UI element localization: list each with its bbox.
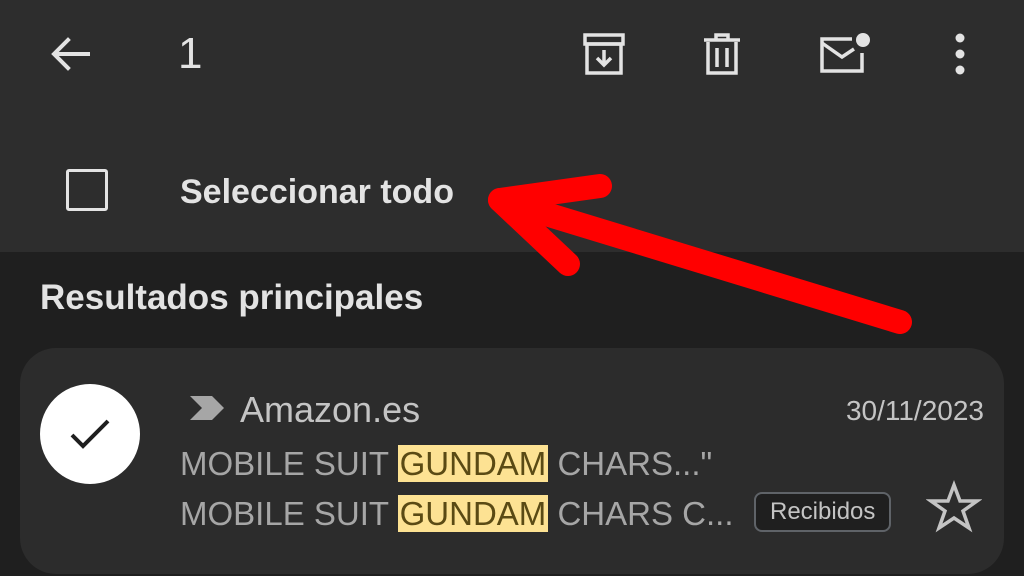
gmail-search-results-screen: 1 Seleccionar todo Resultados principale… — [0, 0, 1024, 576]
snippet-suffix: CHARS C... — [548, 495, 734, 532]
subject-prefix: MOBILE SUIT — [180, 445, 398, 482]
archive-icon — [583, 33, 625, 75]
email-subject: MOBILE SUIT GUNDAM CHARS..." — [180, 442, 712, 486]
arrow-back-icon — [51, 37, 90, 71]
mark-unread-button[interactable] — [812, 22, 876, 86]
trash-icon — [704, 33, 740, 75]
search-match-highlight: GUNDAM — [397, 495, 549, 532]
selected-count: 1 — [178, 29, 203, 78]
importance-marker-icon[interactable] — [188, 392, 226, 424]
selected-avatar[interactable] — [40, 384, 140, 484]
mark-unread-icon — [820, 33, 870, 73]
delete-button[interactable] — [690, 22, 754, 86]
more-options-button[interactable] — [928, 22, 992, 86]
back-button[interactable] — [38, 22, 102, 86]
archive-button[interactable] — [572, 22, 636, 86]
snippet-prefix: MOBILE SUIT — [180, 495, 398, 532]
more-vert-icon — [955, 33, 965, 75]
star-icon[interactable] — [926, 480, 982, 536]
email-sender: Amazon.es — [240, 389, 421, 430]
select-all-checkbox[interactable] — [66, 169, 108, 211]
search-match-highlight: GUNDAM — [397, 445, 549, 482]
subject-suffix: CHARS..." — [548, 445, 713, 482]
email-date: 30/11/2023 — [845, 395, 984, 426]
email-snippet: MOBILE SUIT GUNDAM CHARS C... — [180, 492, 734, 536]
section-heading: Resultados principales — [40, 278, 424, 317]
select-all-label[interactable]: Seleccionar todo — [180, 170, 454, 214]
check-icon — [70, 419, 110, 449]
inbox-label-chip: Recibidos — [754, 492, 892, 532]
